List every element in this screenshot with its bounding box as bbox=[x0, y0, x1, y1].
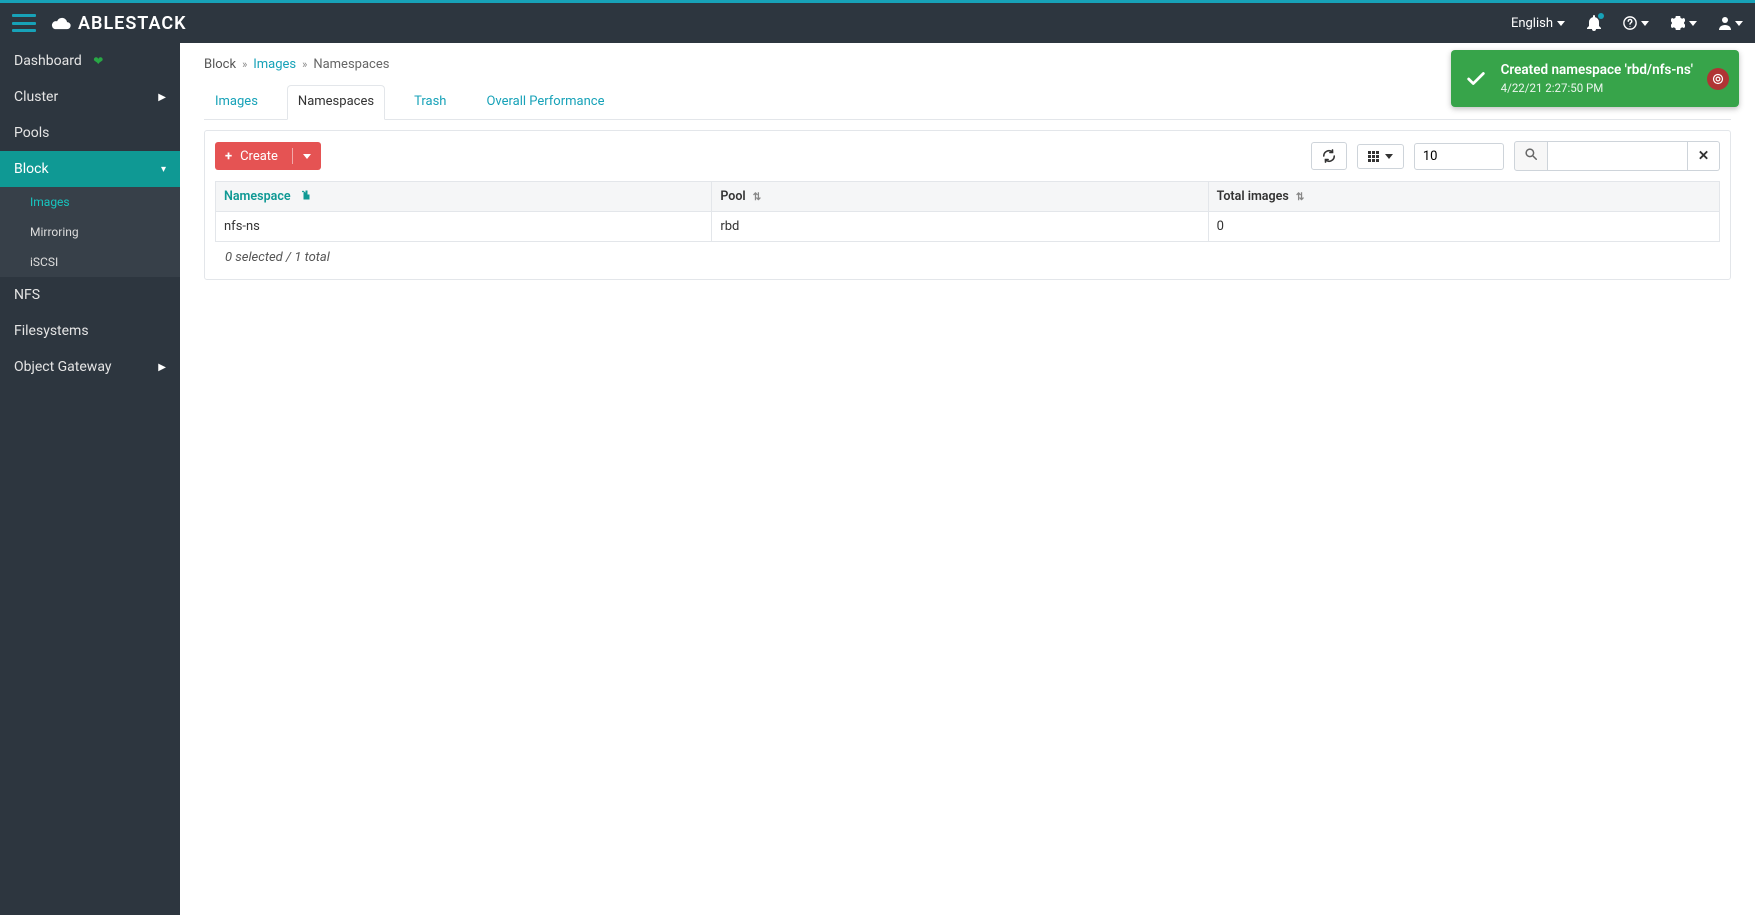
notification-dot bbox=[1598, 13, 1604, 19]
sidebar-item-label: Dashboard bbox=[14, 53, 82, 69]
breadcrumb-separator: » bbox=[242, 58, 247, 71]
toast-title: Created namespace 'rbd/nfs-ns' bbox=[1501, 62, 1693, 78]
table-footer-status: 0 selected / 1 total bbox=[215, 242, 1720, 273]
sidebar-item-cluster[interactable]: Cluster ▶ bbox=[0, 79, 180, 115]
notifications-bell-icon[interactable] bbox=[1587, 15, 1601, 31]
sidebar: Dashboard ❤ Cluster ▶ Pools Block ▾ Imag… bbox=[0, 43, 180, 915]
gear-icon bbox=[1671, 16, 1685, 30]
breadcrumb-link-images[interactable]: Images bbox=[253, 57, 296, 72]
caret-down-icon bbox=[1557, 21, 1565, 26]
user-menu[interactable] bbox=[1719, 16, 1743, 30]
sidebar-item-label: Block bbox=[14, 161, 49, 177]
chevron-right-icon: ▶ bbox=[158, 92, 166, 103]
settings-menu[interactable] bbox=[1671, 16, 1697, 30]
cell-total-images: 0 bbox=[1208, 212, 1719, 242]
sort-icon: ⇅ bbox=[753, 192, 761, 203]
grid-icon bbox=[1368, 151, 1379, 162]
caret-down-icon bbox=[303, 154, 311, 159]
sidebar-item-dashboard[interactable]: Dashboard ❤ bbox=[0, 43, 180, 79]
plus-icon: + bbox=[225, 149, 232, 164]
namespaces-table: Namespace Pool ⇅ Total images bbox=[215, 181, 1720, 242]
tab-namespaces[interactable]: Namespaces bbox=[287, 85, 385, 120]
chevron-right-icon: ▶ bbox=[158, 362, 166, 373]
check-icon bbox=[1463, 66, 1489, 92]
main-content: Block » Images » Namespaces Images Names… bbox=[180, 43, 1755, 915]
breadcrumb-current: Namespaces bbox=[313, 57, 389, 72]
toast-timestamp: 4/22/21 2:27:50 PM bbox=[1501, 81, 1693, 95]
breadcrumb-root: Block bbox=[204, 57, 236, 72]
column-header-label: Pool bbox=[720, 189, 745, 204]
search-icon bbox=[1514, 141, 1548, 171]
table-toolbar: + Create bbox=[215, 141, 1720, 171]
sidebar-item-filesystems[interactable]: Filesystems bbox=[0, 313, 180, 349]
caret-down-icon bbox=[1385, 154, 1393, 159]
sidebar-item-label: Filesystems bbox=[14, 323, 89, 339]
heartbeat-icon: ❤ bbox=[93, 54, 103, 68]
sidebar-item-label: Images bbox=[30, 195, 70, 209]
tab-images[interactable]: Images bbox=[204, 85, 269, 120]
sidebar-item-label: Pools bbox=[14, 125, 49, 141]
sidebar-item-label: iSCSI bbox=[30, 255, 58, 269]
sidebar-item-block[interactable]: Block ▾ bbox=[0, 151, 180, 187]
sidebar-item-pools[interactable]: Pools bbox=[0, 115, 180, 151]
chevron-down-icon: ▾ bbox=[161, 164, 166, 175]
create-button[interactable]: + Create bbox=[215, 142, 321, 170]
table-row[interactable]: nfs-ns rbd 0 bbox=[216, 212, 1720, 242]
search-input[interactable] bbox=[1548, 141, 1688, 171]
language-selector[interactable]: English bbox=[1511, 16, 1565, 31]
sidebar-subitem-images[interactable]: Images bbox=[0, 187, 180, 217]
caret-down-icon bbox=[1735, 21, 1743, 26]
column-header-label: Namespace bbox=[224, 189, 291, 204]
sort-ascending-icon bbox=[302, 190, 312, 200]
sort-icon: ⇅ bbox=[1296, 192, 1304, 203]
column-header-pool[interactable]: Pool ⇅ bbox=[712, 182, 1208, 212]
caret-down-icon bbox=[1689, 21, 1697, 26]
brand-logo[interactable]: ABLESTACK bbox=[50, 13, 187, 34]
close-icon: ✕ bbox=[1698, 149, 1709, 164]
cell-namespace: nfs-ns bbox=[216, 212, 712, 242]
question-circle-icon bbox=[1623, 16, 1637, 30]
sidebar-item-label: NFS bbox=[14, 287, 40, 303]
sidebar-item-nfs[interactable]: NFS bbox=[0, 277, 180, 313]
column-header-label: Total images bbox=[1217, 189, 1289, 204]
success-toast[interactable]: Created namespace 'rbd/nfs-ns' 4/22/21 2… bbox=[1451, 50, 1739, 107]
refresh-icon bbox=[1322, 149, 1336, 163]
sidebar-item-label: Object Gateway bbox=[14, 359, 111, 375]
sidebar-item-object-gateway[interactable]: Object Gateway ▶ bbox=[0, 349, 180, 385]
tab-trash[interactable]: Trash bbox=[403, 85, 457, 120]
namespaces-panel: + Create bbox=[204, 130, 1731, 280]
search-clear-button[interactable]: ✕ bbox=[1688, 141, 1720, 171]
brand-text: ABLESTACK bbox=[78, 13, 187, 34]
help-menu[interactable] bbox=[1623, 16, 1649, 30]
cloud-icon bbox=[50, 16, 72, 30]
cell-pool: rbd bbox=[712, 212, 1208, 242]
columns-toggle-button[interactable] bbox=[1357, 144, 1404, 169]
page-size-input[interactable] bbox=[1414, 143, 1504, 170]
top-navbar: ABLESTACK English bbox=[0, 3, 1755, 43]
sidebar-item-label: Cluster bbox=[14, 89, 58, 105]
sidebar-subitem-iscsi[interactable]: iSCSI bbox=[0, 247, 180, 277]
sidebar-item-label: Mirroring bbox=[30, 225, 79, 239]
caret-down-icon bbox=[1641, 21, 1649, 26]
language-label: English bbox=[1511, 16, 1553, 31]
toast-badge[interactable] bbox=[1707, 68, 1729, 90]
breadcrumb-separator: » bbox=[302, 58, 307, 71]
button-split-divider bbox=[292, 148, 293, 164]
column-header-total-images[interactable]: Total images ⇅ bbox=[1208, 182, 1719, 212]
refresh-button[interactable] bbox=[1311, 142, 1347, 170]
create-button-label: Create bbox=[240, 149, 278, 164]
column-header-namespace[interactable]: Namespace bbox=[216, 182, 712, 212]
sidebar-subitem-mirroring[interactable]: Mirroring bbox=[0, 217, 180, 247]
target-icon bbox=[1712, 73, 1724, 85]
tab-overall-performance[interactable]: Overall Performance bbox=[475, 85, 615, 120]
hamburger-menu-icon[interactable] bbox=[12, 14, 36, 32]
user-icon bbox=[1719, 16, 1731, 30]
